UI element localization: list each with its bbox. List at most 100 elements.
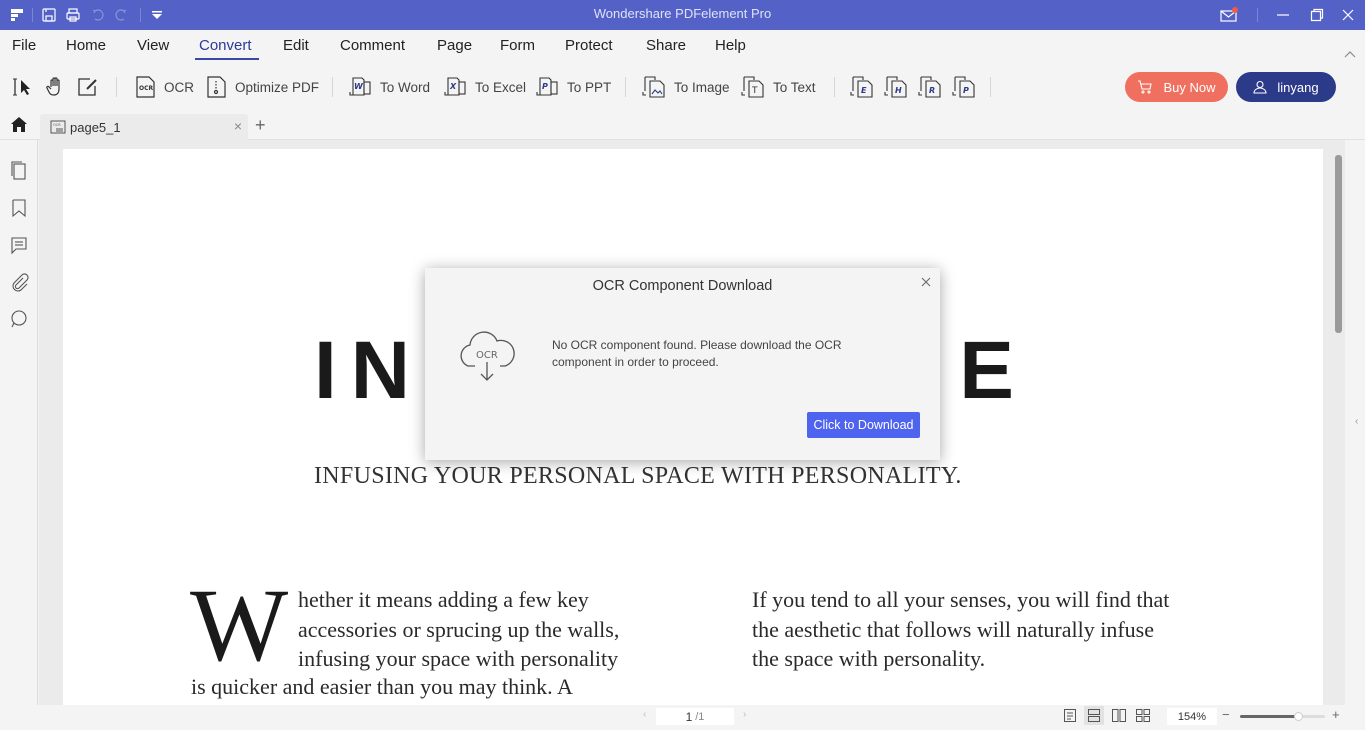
zoom-in-icon[interactable]: + xyxy=(1332,707,1340,722)
expand-right-panel-icon[interactable]: ‹ xyxy=(1355,416,1358,427)
svg-text:X: X xyxy=(449,82,457,91)
svg-text:P: P xyxy=(963,86,969,95)
menu-page[interactable]: Page xyxy=(437,37,472,54)
to-text-button[interactable]: T To Text xyxy=(741,74,816,100)
svg-text:H: H xyxy=(895,86,902,95)
to-html-button[interactable]: H xyxy=(884,74,908,100)
divider xyxy=(116,77,117,97)
optimize-icon xyxy=(207,76,226,98)
to-image-button[interactable]: To Image xyxy=(642,74,730,100)
title-bar: Wondershare PDFelement Pro xyxy=(0,0,1365,30)
menu-share[interactable]: Share xyxy=(646,37,686,54)
dialog-title: OCR Component Download xyxy=(592,278,773,294)
column2-line2: the aesthetic that follows will naturall… xyxy=(752,617,1155,642)
select-cursor-icon xyxy=(13,78,30,96)
left-sidebar: › xyxy=(0,140,45,705)
cart-icon xyxy=(1138,80,1153,94)
to-rtf-button[interactable]: R xyxy=(918,74,942,100)
svg-text:OCR: OCR xyxy=(53,123,61,127)
minimize-icon[interactable] xyxy=(1274,6,1292,24)
user-icon xyxy=(1253,80,1267,94)
search-icon[interactable] xyxy=(9,309,29,329)
click-to-download-button[interactable]: Click to Download xyxy=(807,412,920,438)
right-panel-strip: ‹ xyxy=(1345,140,1365,705)
column1-line1: hether it means adding a few key xyxy=(298,587,589,612)
ocr-button[interactable]: OCR OCR xyxy=(134,74,194,100)
dialog-close-icon[interactable] xyxy=(918,274,934,290)
document-tab-bar: OCR page5_1 × + xyxy=(0,112,1365,140)
divider xyxy=(1257,8,1258,22)
divider xyxy=(625,77,626,97)
menu-home[interactable]: Home xyxy=(66,37,106,54)
ppt-file-icon: P xyxy=(536,77,558,96)
active-menu-indicator xyxy=(195,58,259,60)
user-account-button[interactable]: linyang xyxy=(1236,72,1336,102)
edit-tool[interactable] xyxy=(76,74,100,100)
divider xyxy=(990,77,991,97)
tab-page5-1[interactable]: OCR page5_1 × xyxy=(40,114,248,140)
to-ppt-button[interactable]: P To PPT xyxy=(535,74,611,100)
to-excel-button[interactable]: X To Excel xyxy=(443,74,526,100)
svg-text:R: R xyxy=(929,86,935,95)
menu-protect[interactable]: Protect xyxy=(565,37,613,54)
menu-bar: File Home View Convert Edit Comment Page… xyxy=(0,30,1365,62)
mail-icon[interactable] xyxy=(1220,6,1238,24)
two-page-view-icon[interactable] xyxy=(1111,708,1127,728)
continuous-view-button[interactable] xyxy=(1084,706,1104,725)
menu-view[interactable]: View xyxy=(137,37,169,54)
to-epub-button[interactable]: E xyxy=(850,74,874,100)
document-subtitle: INFUSING YOUR PERSONAL SPACE WITH PERSON… xyxy=(314,463,962,489)
menu-convert[interactable]: Convert xyxy=(199,37,252,54)
text-file-icon: T xyxy=(741,76,764,98)
next-page-icon[interactable]: › xyxy=(743,709,746,720)
close-tab-icon[interactable]: × xyxy=(234,118,242,134)
cloud-download-icon: OCR xyxy=(455,328,521,389)
close-icon[interactable] xyxy=(1339,6,1357,24)
buy-now-button[interactable]: Buy Now xyxy=(1125,72,1228,102)
divider xyxy=(332,77,333,97)
to-pdfa-button[interactable]: P xyxy=(952,74,976,100)
edit-icon xyxy=(78,78,97,96)
menu-comment[interactable]: Comment xyxy=(340,37,405,54)
pdfa-file-icon: P xyxy=(952,76,975,98)
html-file-icon: H xyxy=(884,76,907,98)
thumbnails-icon[interactable] xyxy=(9,160,29,180)
zoom-slider[interactable] xyxy=(1240,712,1325,721)
new-tab-icon[interactable]: + xyxy=(255,115,266,136)
menu-edit[interactable]: Edit xyxy=(283,37,309,54)
page-number-field[interactable]: 1 /1 xyxy=(656,708,734,725)
single-page-view-icon[interactable] xyxy=(1063,708,1077,728)
column1-line2: accessories or sprucing up the walls, xyxy=(298,617,620,642)
select-tool[interactable] xyxy=(12,74,36,100)
zoom-level-field[interactable]: 154% xyxy=(1167,708,1217,725)
epub-file-icon: E xyxy=(850,76,873,98)
pdf-document-icon: OCR xyxy=(50,120,66,134)
zoom-slider-thumb[interactable] xyxy=(1293,712,1303,721)
prev-page-icon[interactable]: ‹ xyxy=(643,709,646,720)
vertical-scrollbar[interactable] xyxy=(1335,155,1342,333)
column2-line3: the space with personality. xyxy=(752,646,986,671)
image-file-icon xyxy=(642,76,665,98)
restore-icon[interactable] xyxy=(1308,6,1326,24)
ocr-icon: OCR xyxy=(136,76,155,98)
divider xyxy=(834,77,835,97)
svg-text:P: P xyxy=(542,82,548,91)
svg-text:T: T xyxy=(751,86,758,96)
collapse-ribbon-icon[interactable] xyxy=(1344,45,1356,63)
bookmark-icon[interactable] xyxy=(9,198,29,218)
menu-form[interactable]: Form xyxy=(500,37,535,54)
column1-line4: is quicker and easier than you may think… xyxy=(191,674,573,699)
home-icon[interactable] xyxy=(10,116,28,138)
menu-help[interactable]: Help xyxy=(715,37,746,54)
to-word-button[interactable]: W To Word xyxy=(348,74,430,100)
dialog-message: No OCR component found. Please download … xyxy=(552,338,842,369)
svg-text:OCR: OCR xyxy=(476,350,498,361)
two-page-continuous-icon[interactable] xyxy=(1135,708,1151,728)
attachment-icon[interactable] xyxy=(9,272,29,292)
hand-tool[interactable] xyxy=(44,74,68,100)
window-title: Wondershare PDFelement Pro xyxy=(593,6,772,21)
zoom-out-icon[interactable]: − xyxy=(1222,707,1230,722)
comments-icon[interactable] xyxy=(9,235,29,255)
optimize-pdf-button[interactable]: Optimize PDF xyxy=(205,74,319,100)
menu-file[interactable]: File xyxy=(12,37,36,54)
